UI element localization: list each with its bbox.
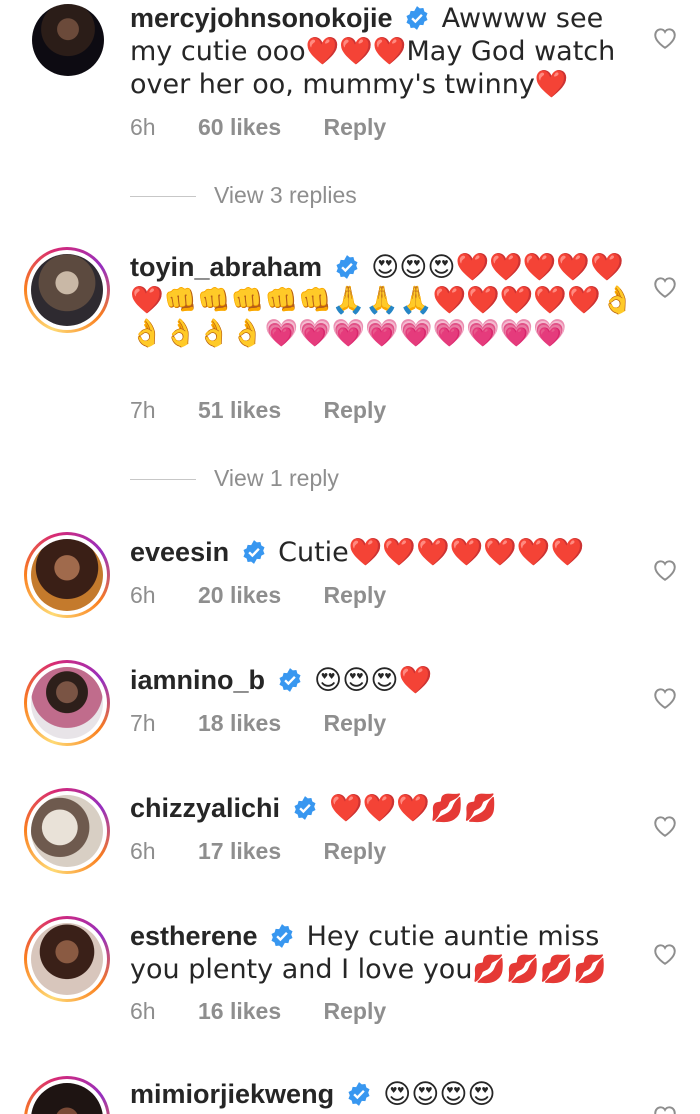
timestamp: 7h <box>130 710 156 736</box>
likes-count[interactable]: 17 likes <box>198 838 281 864</box>
comment-text-block: eveesin Cutie❤️❤️❤️❤️❤️❤️❤️ <box>130 536 638 569</box>
comment-text: 😍😍😍❤️ <box>314 665 433 696</box>
verified-badge-icon <box>348 1082 370 1106</box>
heart-outline-icon[interactable] <box>652 275 678 299</box>
reply-button[interactable]: Reply <box>324 397 387 423</box>
comment-text-block: iamnino_b 😍😍😍❤️ <box>130 664 638 697</box>
timestamp: 7h <box>130 397 156 423</box>
verified-badge-icon <box>294 796 316 820</box>
username[interactable]: mimiorjiekweng <box>130 1079 334 1109</box>
comment-meta: 6h 60 likes Reply <box>130 114 422 141</box>
comment-meta: 6h 20 likes Reply <box>130 582 422 609</box>
reply-button[interactable]: Reply <box>324 710 387 736</box>
view-replies-button[interactable]: View 1 reply <box>130 465 339 492</box>
heart-outline-icon[interactable] <box>652 942 678 966</box>
username[interactable]: iamnino_b <box>130 665 265 695</box>
comment-meta: 6h 17 likes Reply <box>130 838 422 865</box>
verified-badge-icon <box>271 924 293 948</box>
reply-button[interactable]: Reply <box>324 114 387 140</box>
username[interactable]: mercyjohnsonokojie <box>130 3 393 33</box>
heart-outline-icon[interactable] <box>652 686 678 710</box>
comment-text-block: toyin_abraham 😍😍😍❤️❤️❤️❤️❤️❤️👊👊👊👊👊🙏🙏🙏❤️❤… <box>130 251 638 350</box>
reply-button[interactable]: Reply <box>324 582 387 608</box>
divider <box>130 479 196 481</box>
comment-text-block: mimiorjiekweng 😍😍😍😍 <box>130 1078 638 1111</box>
heart-outline-icon[interactable] <box>652 814 678 838</box>
verified-badge-icon <box>406 6 428 30</box>
comment-text: ❤️❤️❤️💋💋 <box>329 793 498 824</box>
likes-count[interactable]: 60 likes <box>198 114 281 140</box>
divider <box>130 196 196 198</box>
verified-badge-icon <box>336 255 358 279</box>
avatar[interactable] <box>24 660 110 746</box>
comment-text: 😍😍😍😍 <box>383 1079 496 1110</box>
likes-count[interactable]: 18 likes <box>198 710 281 736</box>
comment-item: estherene Hey cutie auntie miss you plen… <box>0 914 700 1054</box>
comment-item: eveesin Cutie❤️❤️❤️❤️❤️❤️❤️ 6h 20 likes … <box>0 530 700 630</box>
likes-count[interactable]: 51 likes <box>198 397 281 423</box>
comment-item: chizzyalichi ❤️❤️❤️💋💋 6h 17 likes Reply <box>0 786 700 886</box>
avatar[interactable] <box>24 532 110 618</box>
comment-text: Cutie❤️❤️❤️❤️❤️❤️❤️ <box>278 537 585 568</box>
comment-text-block: chizzyalichi ❤️❤️❤️💋💋 <box>130 792 638 825</box>
comment-item: mimiorjiekweng 😍😍😍😍 <box>0 1074 700 1114</box>
avatar[interactable] <box>24 788 110 874</box>
comment-item: toyin_abraham 😍😍😍❤️❤️❤️❤️❤️❤️👊👊👊👊👊🙏🙏🙏❤️❤… <box>0 245 700 505</box>
timestamp: 6h <box>130 582 156 608</box>
heart-outline-icon[interactable] <box>652 26 678 50</box>
verified-badge-icon <box>279 668 301 692</box>
avatar[interactable] <box>24 916 110 1002</box>
timestamp: 6h <box>130 114 156 140</box>
comment-item: iamnino_b 😍😍😍❤️ 7h 18 likes Reply <box>0 658 700 758</box>
timestamp: 6h <box>130 998 156 1024</box>
reply-button[interactable]: Reply <box>324 998 387 1024</box>
comment-meta: 6h 16 likes Reply <box>130 998 422 1025</box>
reply-button[interactable]: Reply <box>324 838 387 864</box>
avatar[interactable] <box>24 1076 110 1114</box>
username[interactable]: estherene <box>130 921 258 951</box>
heart-outline-icon[interactable] <box>652 1104 678 1114</box>
username[interactable]: toyin_abraham <box>130 252 322 282</box>
likes-count[interactable]: 16 likes <box>198 998 281 1024</box>
username[interactable]: eveesin <box>130 537 229 567</box>
username[interactable]: chizzyalichi <box>130 793 280 823</box>
avatar[interactable] <box>24 247 110 333</box>
view-replies-button[interactable]: View 3 replies <box>130 182 357 209</box>
comment-item: mercyjohnsonokojie Awwww see my cutie oo… <box>0 0 700 240</box>
comment-meta: 7h 18 likes Reply <box>130 710 422 737</box>
verified-badge-icon <box>243 540 265 564</box>
heart-outline-icon[interactable] <box>652 558 678 582</box>
comment-text-block: estherene Hey cutie auntie miss you plen… <box>130 920 638 986</box>
view-replies-label: View 3 replies <box>214 182 357 208</box>
timestamp: 6h <box>130 838 156 864</box>
likes-count[interactable]: 20 likes <box>198 582 281 608</box>
comment-meta: 7h 51 likes Reply <box>130 397 422 424</box>
comment-text-block: mercyjohnsonokojie Awwww see my cutie oo… <box>130 2 638 101</box>
view-replies-label: View 1 reply <box>214 465 339 491</box>
avatar[interactable] <box>32 4 104 76</box>
